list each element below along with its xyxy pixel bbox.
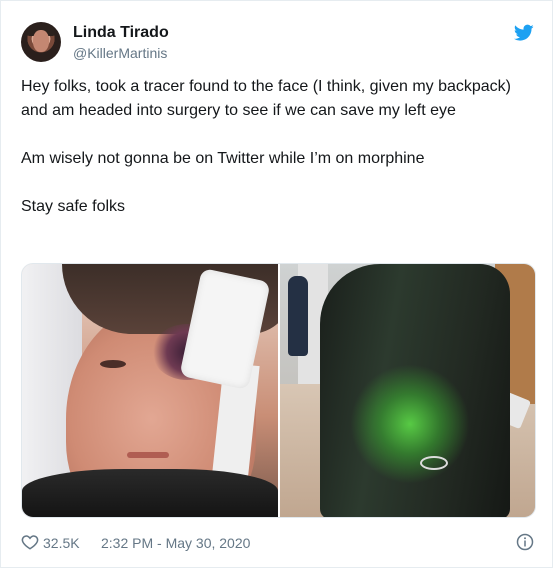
tweet-paragraph-1: Hey folks, took a tracer found to the fa… (21, 78, 512, 119)
tweet-paragraph-3: Stay safe folks (21, 198, 126, 215)
author-handle[interactable]: @KillerMartinis (73, 45, 167, 61)
photo-nurse (287, 276, 308, 356)
info-icon[interactable] (516, 533, 534, 551)
twitter-bird-icon[interactable] (514, 24, 534, 42)
tweet-paragraph-2: Am wisely not gonna be on Twitter while … (21, 150, 425, 167)
photo-eye (100, 360, 126, 368)
tweet-header: Linda Tirado @KillerMartinis (21, 22, 536, 66)
injured-face-photo[interactable] (22, 264, 278, 517)
backpack-photo[interactable] (279, 264, 535, 517)
author-name[interactable]: Linda Tirado (73, 24, 169, 42)
avatar[interactable] (21, 22, 61, 62)
tweet-text: Hey folks, took a tracer found to the fa… (21, 75, 541, 243)
tweet-timestamp[interactable]: 2:32 PM - May 30, 2020 (101, 535, 250, 551)
tweet-media (21, 263, 536, 518)
tweet-card: Linda Tirado @KillerMartinis Hey folks, … (0, 0, 553, 568)
tweet-footer: 32.5K 2:32 PM - May 30, 2020 (21, 531, 536, 555)
photo-shirt (22, 469, 278, 517)
photo-mouth (127, 452, 169, 458)
heart-icon[interactable] (21, 533, 39, 551)
photo-backpack-logo (419, 456, 448, 470)
like-count[interactable]: 32.5K (43, 535, 80, 551)
photo-green-glow (349, 364, 470, 484)
avatar-face (33, 30, 49, 52)
